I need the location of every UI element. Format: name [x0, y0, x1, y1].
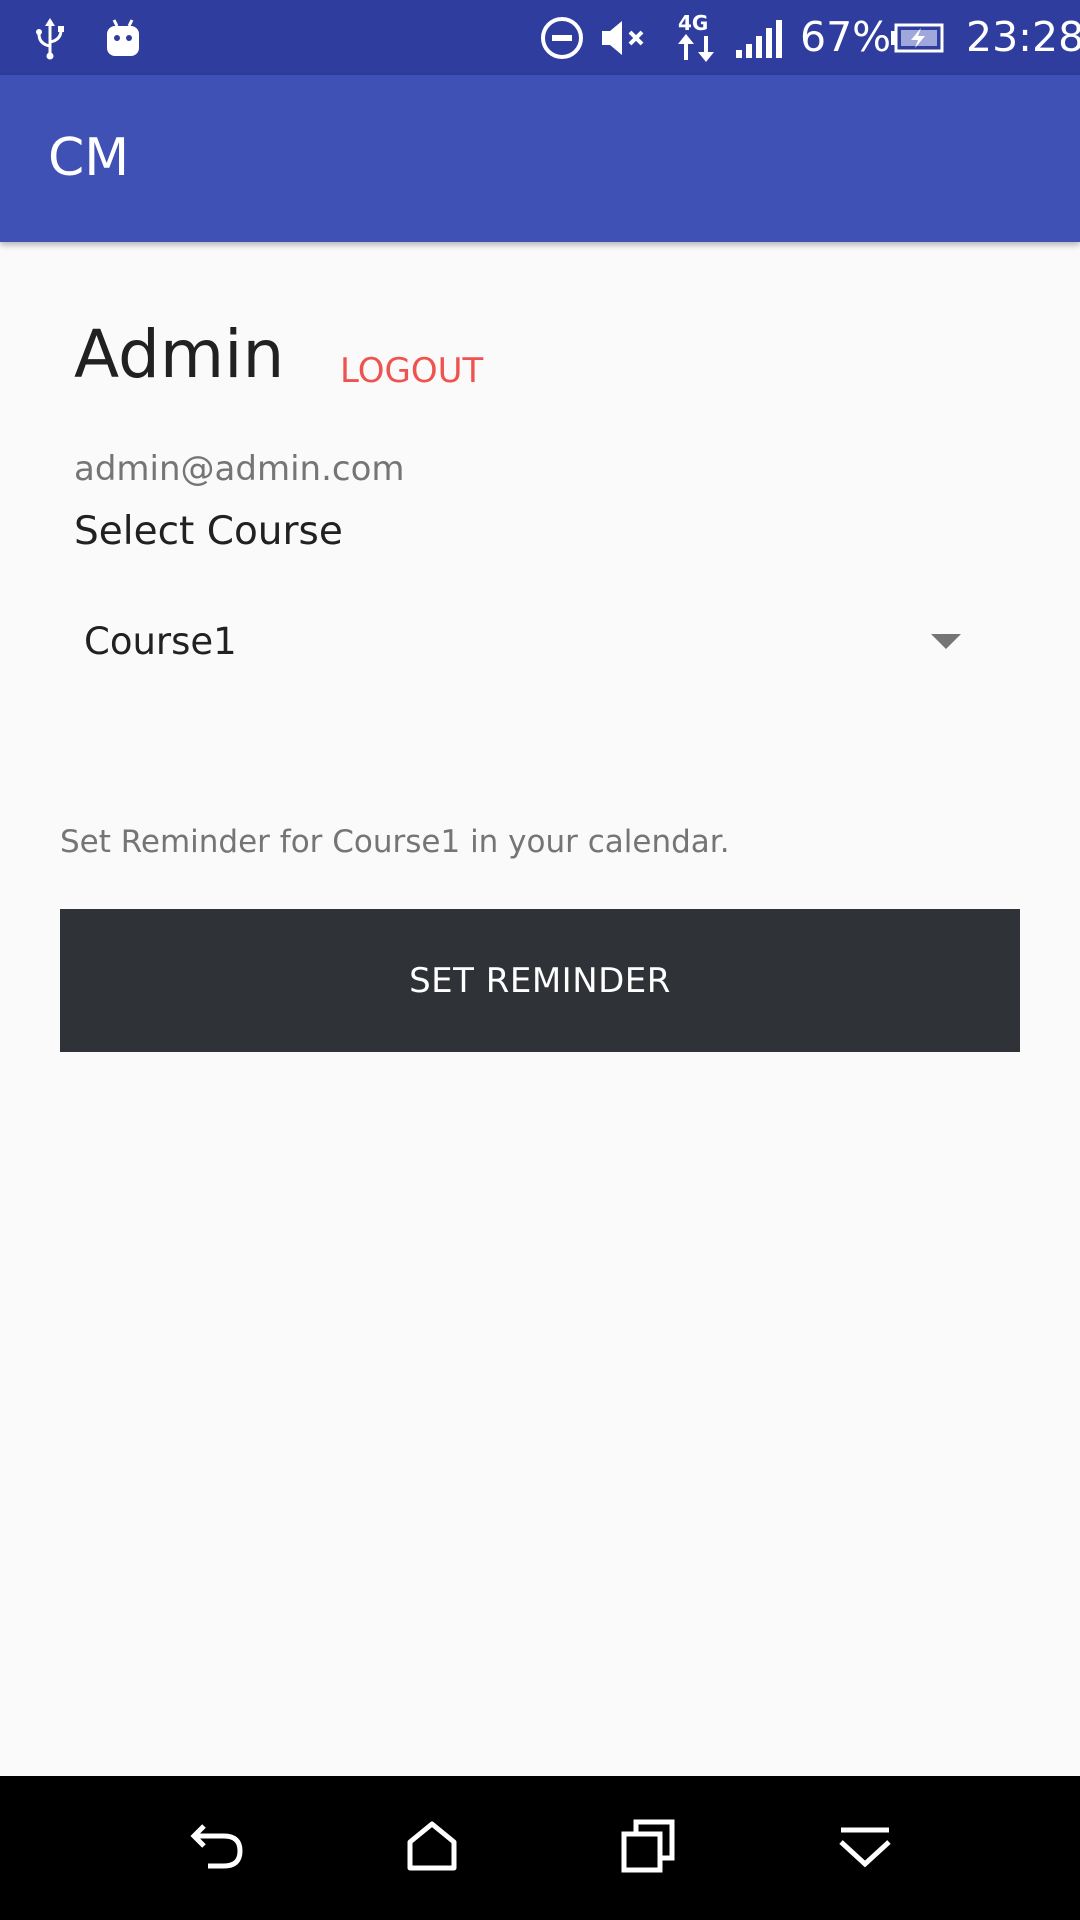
svg-text:4G: 4G: [678, 11, 708, 35]
clock-time: 23:28: [966, 13, 1080, 61]
usb-icon: [30, 0, 70, 75]
battery-charging-icon: [886, 0, 946, 75]
battery-percentage: 67%: [800, 13, 892, 61]
back-icon: [190, 1818, 246, 1879]
home-icon: [404, 1818, 460, 1879]
reminder-hint-text: Set Reminder for Course1 in your calenda…: [60, 824, 730, 860]
user-name: Admin: [74, 316, 285, 393]
notification-dropdown-button[interactable]: [795, 1776, 935, 1920]
signal-icon: [732, 0, 786, 75]
do-not-disturb-icon: [538, 0, 586, 75]
volume-muted-icon: [596, 0, 654, 75]
selected-course-value: Course1: [84, 620, 237, 663]
set-reminder-label: SET REMINDER: [409, 960, 671, 1001]
back-button[interactable]: [148, 1776, 288, 1920]
home-button[interactable]: [362, 1776, 502, 1920]
app-bar: CM: [0, 75, 1080, 242]
recents-icon: [620, 1818, 676, 1879]
user-email: admin@admin.com: [74, 449, 405, 489]
network-4g-icon: 4G: [674, 0, 718, 75]
notification-dropdown-icon: [837, 1818, 893, 1879]
dropdown-arrow-icon: [931, 634, 961, 649]
recents-button[interactable]: [578, 1776, 718, 1920]
navigation-bar: [0, 1776, 1080, 1920]
course-spinner[interactable]: Course1: [60, 592, 980, 692]
app-title: CM: [48, 128, 130, 188]
logout-button[interactable]: LOGOUT: [340, 354, 483, 388]
main-content: Admin LOGOUT admin@admin.com Select Cour…: [0, 242, 1080, 1776]
select-course-label: Select Course: [74, 509, 343, 554]
set-reminder-button[interactable]: SET REMINDER: [60, 909, 1020, 1052]
android-debug-icon: [102, 0, 144, 75]
status-bar: 4G 67% 23:28: [0, 0, 1080, 75]
